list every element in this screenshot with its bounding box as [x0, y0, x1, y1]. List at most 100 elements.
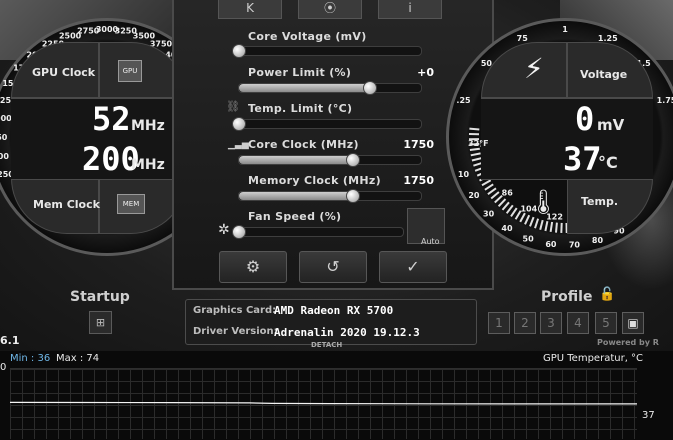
temperature-arc-tick [529, 216, 535, 227]
powered-by-label: Powered by R [597, 338, 659, 347]
unlock-icon[interactable]: 🔓 [599, 287, 615, 302]
fan-speed-thumb[interactable] [232, 225, 246, 239]
temp-limit-label: Temp. Limit (°C) [248, 102, 353, 115]
voltage-scale-tick-label: .25 [456, 96, 471, 105]
reset-button[interactable]: ↺ [299, 251, 367, 283]
clock-scale-tick-label: 750 [0, 133, 8, 142]
profile-slot-2[interactable]: 2 [514, 312, 536, 334]
profile-slot-1[interactable]: 1 [488, 312, 510, 334]
graph-current-value: 37 [642, 410, 655, 421]
temperature-line-plot [10, 401, 637, 405]
celsius-scale-tick-label: 30 [483, 209, 495, 218]
temperature-arc-tick [501, 201, 510, 211]
memory-clock-value: 1750 [403, 174, 434, 187]
temperature-arc-tick [484, 183, 494, 191]
celsius-scale-tick-label: 60 [545, 240, 557, 249]
core-clock-fill [239, 156, 351, 164]
core-voltage-slider[interactable] [238, 46, 422, 56]
info-tab-button[interactable]: i [378, 0, 442, 19]
celsius-scale-tick-label: 10 [458, 170, 470, 179]
temp-label: Temp. [581, 195, 619, 208]
temperature-value: 37 [563, 140, 602, 178]
fahrenheit-scale-tick-label: 86 [502, 188, 514, 197]
temperature-arc-tick [539, 219, 544, 230]
celsius-scale-tick-label: 40 [501, 224, 513, 233]
temperature-arc-tick [555, 222, 558, 233]
settings-button[interactable]: ⚙ [219, 251, 287, 283]
graphics-card-label: Graphics Card: [193, 305, 277, 316]
apply-button[interactable]: ✓ [379, 251, 447, 283]
graph-title: GPU Temperatur, °C [543, 353, 644, 364]
gpu-clock-label: GPU Clock [32, 66, 96, 79]
fan-icon: ✲ [218, 222, 230, 238]
link-icon[interactable]: ⛓ [226, 100, 240, 113]
temperature-arc-tick [549, 221, 554, 233]
gear-icon: ⚙ [245, 257, 261, 276]
driver-version-value: Adrenalin 2020 19.12.3 [274, 326, 420, 339]
core-voltage-thumb[interactable] [232, 44, 246, 58]
thermometer-icon: 🌡 [528, 188, 559, 216]
temperature-arc-tick [510, 207, 518, 217]
temp-limit-thumb[interactable] [232, 117, 246, 131]
voltage-value: 0 [575, 100, 595, 138]
clock-scale-tick-label: 500 [0, 152, 9, 161]
voltage-scale-tick-label: 1.75 [657, 96, 673, 105]
temperature-arc-tick [494, 194, 503, 204]
fahrenheit-start-label: 32°F [468, 139, 489, 148]
power-limit-fill [239, 84, 369, 92]
voltage-unit: mV [597, 116, 625, 134]
msi-logo-tab-button[interactable]: ⦿ [298, 0, 362, 19]
voltage-scale-tick-label: 1 [562, 25, 568, 34]
temperature-arc-tick [534, 218, 540, 229]
temperature-arc-tick [497, 198, 507, 207]
core-clock-value: 1750 [403, 138, 434, 151]
fan-speed-slider[interactable] [238, 227, 404, 237]
graph-max-label: Max : 74 [56, 353, 100, 364]
memory-clock-thumb[interactable] [346, 189, 360, 203]
celsius-scale-tick-label: 70 [569, 241, 581, 250]
k-tab-button[interactable]: K [218, 0, 282, 19]
memory-clock-label: Memory Clock (MHz) [248, 174, 381, 187]
lightning-bolt-icon: ⚡ [524, 52, 544, 85]
voltage-label: Voltage [580, 68, 628, 81]
signal-bars-icon: ▁▃▅ [228, 140, 249, 150]
temperature-unit: °C [598, 153, 618, 172]
startup-label: Startup [70, 289, 130, 305]
fan-speed-label: Fan Speed (%) [248, 210, 342, 223]
core-clock-label: Core Clock (MHz) [248, 138, 359, 151]
temperature-arc-tick [490, 191, 500, 200]
memory-chip-icon: MEM [117, 194, 145, 214]
core-voltage-label: Core Voltage (mV) [248, 30, 367, 43]
celsius-scale-tick-label: 20 [468, 191, 480, 200]
profile-slot-3[interactable]: 3 [540, 312, 562, 334]
memory-clock-fill [239, 192, 351, 200]
mem-clock-unit: MHz [131, 157, 165, 173]
core-clock-thumb[interactable] [346, 153, 360, 167]
gpu-clock-unit: MHz [131, 118, 165, 134]
power-limit-value: +0 [417, 66, 434, 79]
profile-slot-5[interactable]: 5 [595, 312, 617, 334]
power-limit-label: Power Limit (%) [248, 66, 352, 79]
temperature-arc-tick [487, 187, 497, 196]
power-limit-thumb[interactable] [363, 81, 377, 95]
checkmark-icon: ✓ [406, 257, 420, 276]
floppy-disk-icon: ▣ [627, 316, 639, 330]
temperature-arc-tick [470, 152, 481, 157]
temperature-series-line [10, 401, 637, 405]
temperature-arc-tick [524, 214, 531, 225]
windows-icon[interactable]: ⊞ [89, 311, 112, 334]
profile-slot-4[interactable]: 4 [567, 312, 589, 334]
temperature-arc-tick [544, 221, 549, 232]
temperature-arc-tick [519, 212, 526, 223]
save-profile-button[interactable]: ▣ [622, 312, 644, 334]
reset-icon: ↺ [326, 257, 340, 276]
temperature-arc-tick [505, 204, 514, 214]
mem-clock-label: Mem Clock [33, 198, 100, 211]
gpu-clock-value: 52 [92, 100, 131, 138]
detach-button[interactable]: DETACH [311, 341, 342, 349]
voltage-scale-tick-label: 75 [517, 34, 529, 43]
graph-y-top-label: 0 [0, 362, 7, 373]
celsius-scale-tick-label: 80 [592, 236, 604, 245]
temp-limit-slider[interactable] [238, 119, 422, 129]
version-label: 6.1 [0, 334, 20, 347]
